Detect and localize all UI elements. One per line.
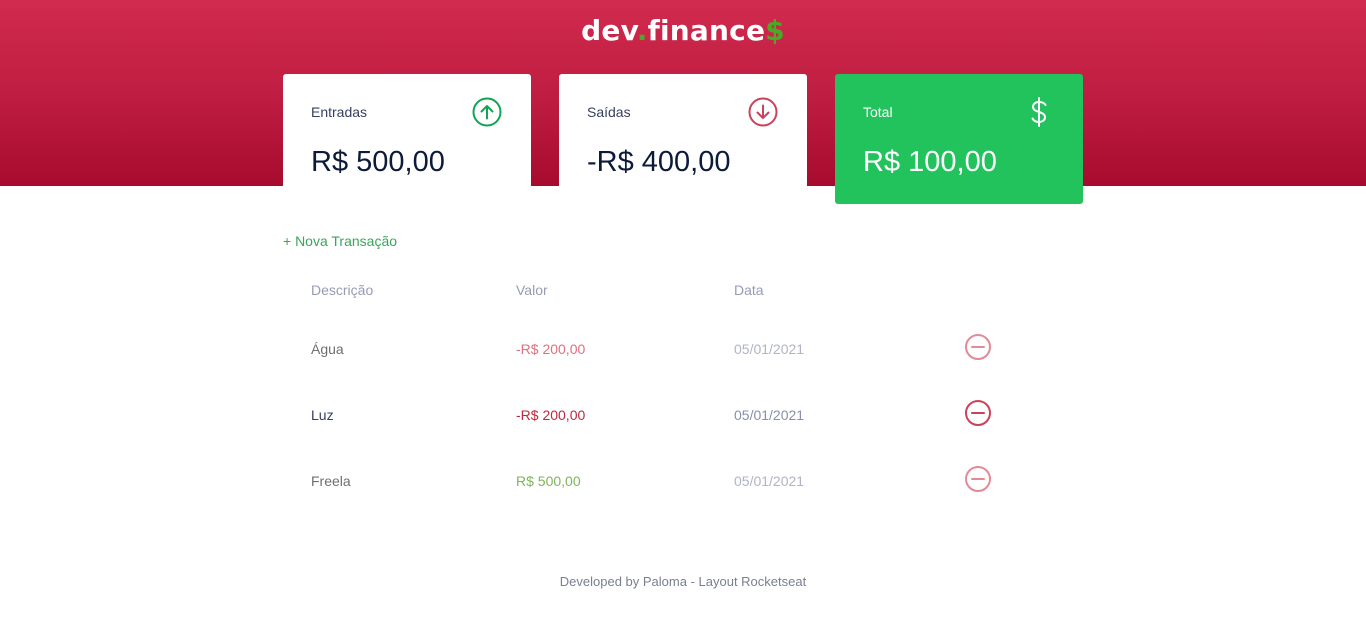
footer-text: Developed by Paloma - Layout Rocketseat (559, 574, 807, 589)
table-header-description: Descrição (311, 282, 374, 298)
new-transaction-button[interactable]: + Nova Transação (283, 233, 397, 249)
transaction-description: Luz (311, 407, 334, 423)
expense-card-value: -R$ 400,00 (587, 146, 731, 178)
remove-transaction-icon[interactable] (964, 465, 992, 493)
dollar-icon (1031, 97, 1047, 127)
table-header-amount: Valor (516, 282, 548, 298)
income-card: Entradas R$ 500,00 (283, 74, 531, 186)
logo-dot: . (636, 14, 648, 47)
income-card-value: R$ 500,00 (311, 146, 445, 178)
footer: Developed by Paloma - Layout Rocketseat (0, 574, 1366, 589)
total-card: Total R$ 100,00 (835, 74, 1083, 204)
transaction-amount: -R$ 200,00 (516, 407, 586, 423)
transaction-description: Água (311, 341, 344, 357)
logo-dollar: $ (765, 14, 785, 47)
transaction-date: 05/01/2021 (734, 407, 805, 423)
transaction-amount: R$ 500,00 (516, 473, 581, 489)
expense-card-title: Saídas (587, 104, 631, 120)
total-card-title: Total (863, 104, 893, 120)
logo-finance: finance (647, 14, 766, 47)
remove-transaction-icon[interactable] (964, 399, 992, 427)
arrow-up-circle-icon (472, 97, 502, 127)
income-card-title: Entradas (311, 104, 368, 120)
logo-dev: dev (581, 14, 637, 47)
arrow-down-circle-icon (748, 97, 778, 127)
remove-transaction-icon[interactable] (964, 333, 992, 361)
transaction-amount: -R$ 200,00 (516, 341, 586, 357)
total-card-value: R$ 100,00 (863, 146, 997, 178)
transaction-date: 05/01/2021 (734, 341, 805, 357)
transaction-description: Freela (311, 473, 351, 489)
transaction-date: 05/01/2021 (734, 473, 805, 489)
expense-card: Saídas -R$ 400,00 (559, 74, 807, 186)
table-header-date: Data (734, 282, 764, 298)
logo: dev.finance$ (0, 14, 1366, 47)
